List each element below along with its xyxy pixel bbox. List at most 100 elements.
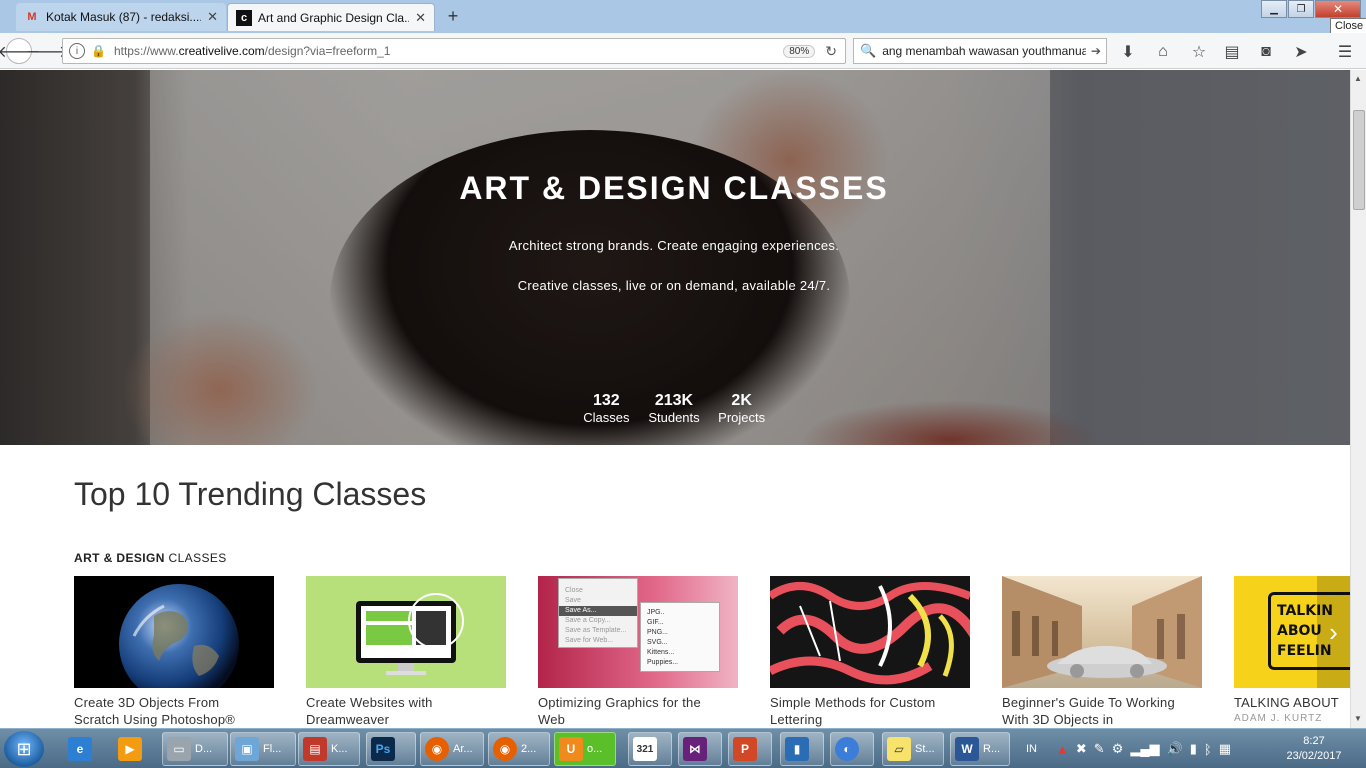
- tab-creativelive[interactable]: c Art and Graphic Design Cla... ✕: [227, 3, 435, 31]
- class-title[interactable]: Create Websites with Dreamweaver: [306, 694, 506, 728]
- scroll-down-icon[interactable]: ▼: [1354, 714, 1362, 723]
- class-title-line: Dreamweaver: [306, 712, 390, 727]
- info-icon[interactable]: i: [69, 43, 85, 59]
- class-card[interactable]: Simple Methods for Custom Lettering: [770, 576, 970, 728]
- tool-icon[interactable]: ✎: [1094, 741, 1105, 757]
- menu-icon[interactable]: ☰: [1334, 41, 1356, 63]
- section-label-bold: ART & DESIGN: [74, 551, 165, 565]
- stat-label: Classes: [583, 410, 630, 425]
- taskbar-item[interactable]: ▱ St...: [882, 732, 944, 766]
- taskbar-item[interactable]: 321: [628, 732, 672, 766]
- stat-value: 132: [592, 392, 620, 409]
- update-icon[interactable]: ⚙: [1112, 741, 1124, 757]
- menu-item: Save a Copy...: [565, 617, 611, 624]
- tab-title: Art and Graphic Design Cla...: [258, 10, 410, 25]
- class-title[interactable]: Create 3D Objects From Scratch Using Pho…: [74, 694, 274, 728]
- search-bar[interactable]: 🔍 ang menambah wawasan youthmanual ➔: [853, 38, 1107, 64]
- chevron-right-icon: ›: [1329, 616, 1338, 647]
- taskbar-item[interactable]: ◉ 2...: [488, 732, 550, 766]
- media-player-icon: ▶: [118, 737, 142, 761]
- taskbar-item[interactable]: ⋈: [678, 732, 722, 766]
- forward-button[interactable]: 🡒: [26, 38, 69, 64]
- taskbar-item[interactable]: ◉ Ar...: [420, 732, 484, 766]
- battery-icon[interactable]: ▮: [1190, 741, 1197, 757]
- carousel-next-button[interactable]: ›: [1317, 576, 1350, 688]
- lock-icon[interactable]: 🔒: [91, 44, 106, 58]
- minimize-button[interactable]: ▁: [1261, 0, 1287, 18]
- pocket-icon[interactable]: ◙: [1255, 41, 1277, 63]
- close-tooltip: Close: [1330, 18, 1366, 34]
- taskbar-label: Fl...: [263, 743, 282, 755]
- url-bar[interactable]: i 🔒 https://www.creativelive.com/design?…: [62, 38, 846, 64]
- class-card[interactable]: Close Save Save As... Save a Copy... Sav…: [538, 576, 738, 728]
- search-go-icon[interactable]: ➔: [1091, 44, 1101, 58]
- class-title-line: Scratch Using Photoshop®: [74, 712, 236, 727]
- network-signal-icon[interactable]: ▂▄▆: [1130, 741, 1159, 757]
- class-thumbnail[interactable]: [770, 576, 970, 688]
- send-icon[interactable]: ➤: [1290, 41, 1312, 63]
- taskbar-pinned-media[interactable]: ▶: [114, 732, 150, 766]
- language-indicator[interactable]: IN: [1026, 729, 1037, 768]
- class-title[interactable]: TALKING ABOUT: [1234, 694, 1350, 711]
- url-text[interactable]: https://www.creativelive.com/design?via=…: [114, 44, 783, 58]
- volume-icon[interactable]: 🔊: [1167, 741, 1183, 757]
- firefox-icon: ◉: [425, 737, 449, 761]
- taskbar-label: K...: [331, 743, 348, 755]
- scroll-up-icon[interactable]: ▲: [1354, 74, 1362, 83]
- start-button[interactable]: ⊞: [4, 731, 44, 767]
- class-title[interactable]: Simple Methods for Custom Lettering: [770, 694, 970, 728]
- hero-stats: 132 Classes 213K Students 2K Projects: [0, 392, 1348, 425]
- class-title-line: Create 3D Objects From: [74, 695, 220, 710]
- taskbar-item[interactable]: ▮: [780, 732, 824, 766]
- taskbar-item[interactable]: P: [728, 732, 772, 766]
- taskbar-item[interactable]: ◐: [830, 732, 874, 766]
- taskbar-item[interactable]: W R...: [950, 732, 1010, 766]
- class-card[interactable]: Beginner's Guide To Working With 3D Obje…: [1002, 576, 1202, 728]
- class-thumbnail[interactable]: [306, 576, 506, 688]
- zoom-indicator[interactable]: 80%: [783, 44, 816, 58]
- clock[interactable]: 8:27 23/02/2017: [1283, 734, 1345, 764]
- taskbar-item[interactable]: Ps: [366, 732, 416, 766]
- menu-item: Save as Template...: [565, 627, 627, 634]
- url-path: /design?via=freeform_1: [264, 44, 391, 58]
- new-tab-button[interactable]: +: [443, 6, 463, 27]
- bookmark-star-icon[interactable]: ☆: [1188, 41, 1210, 63]
- home-icon[interactable]: ⌂: [1152, 41, 1174, 63]
- adobe-icon[interactable]: ▲: [1056, 742, 1069, 757]
- taskbar-item[interactable]: ▭ D...: [162, 732, 228, 766]
- desktop-icon[interactable]: ▦: [1219, 741, 1231, 757]
- mcafee-icon[interactable]: ✖: [1076, 741, 1087, 757]
- close-window-button[interactable]: ✕: [1315, 0, 1361, 18]
- class-title[interactable]: Optimizing Graphics for the Web: [538, 694, 738, 728]
- tab-title: Kotak Masuk (87) - redaksi....: [46, 10, 202, 24]
- class-title-line: With 3D Objects in: [1002, 712, 1114, 727]
- class-thumbnail[interactable]: [1002, 576, 1202, 688]
- section-label[interactable]: ART & DESIGN CLASSES: [74, 551, 227, 565]
- class-title-line: TALKING ABOUT: [1234, 695, 1339, 710]
- taskbar-label: 2...: [521, 743, 537, 755]
- taskbar-pinned-ie[interactable]: e: [64, 732, 100, 766]
- class-card[interactable]: Create Websites with Dreamweaver: [306, 576, 506, 728]
- reload-icon[interactable]: ↻: [825, 43, 837, 60]
- bluetooth-icon[interactable]: ᛒ: [1204, 742, 1212, 757]
- search-icon: 🔍: [860, 43, 877, 58]
- url-prefix: https://www.: [113, 44, 179, 58]
- class-card[interactable]: Create 3D Objects From Scratch Using Pho…: [74, 576, 274, 728]
- downloads-icon[interactable]: ⬇: [1117, 41, 1139, 63]
- maximize-button[interactable]: ❐: [1288, 0, 1314, 18]
- reading-list-icon[interactable]: ▤: [1221, 41, 1243, 63]
- taskbar-item[interactable]: ▤ K...: [298, 732, 360, 766]
- close-tab-icon[interactable]: ✕: [415, 10, 426, 26]
- taskbar-item[interactable]: Uo...: [554, 732, 616, 766]
- close-tab-icon[interactable]: ✕: [207, 9, 218, 25]
- class-title[interactable]: Beginner's Guide To Working With 3D Obje…: [1002, 694, 1202, 728]
- class-thumbnail[interactable]: Close Save Save As... Save a Copy... Sav…: [538, 576, 738, 688]
- class-thumbnail[interactable]: [74, 576, 274, 688]
- app-icon: ◐: [835, 737, 859, 761]
- taskbar-item[interactable]: ▣ Fl...: [230, 732, 296, 766]
- scrollbar-thumb[interactable]: [1353, 110, 1365, 210]
- tab-gmail[interactable]: M Kotak Masuk (87) - redaksi.... ✕: [16, 3, 226, 31]
- page-scrollbar[interactable]: ▲ ▼: [1350, 70, 1366, 728]
- search-input[interactable]: ang menambah wawasan youthmanual: [882, 44, 1086, 58]
- class-title-line: Optimizing Graphics for the: [538, 695, 701, 710]
